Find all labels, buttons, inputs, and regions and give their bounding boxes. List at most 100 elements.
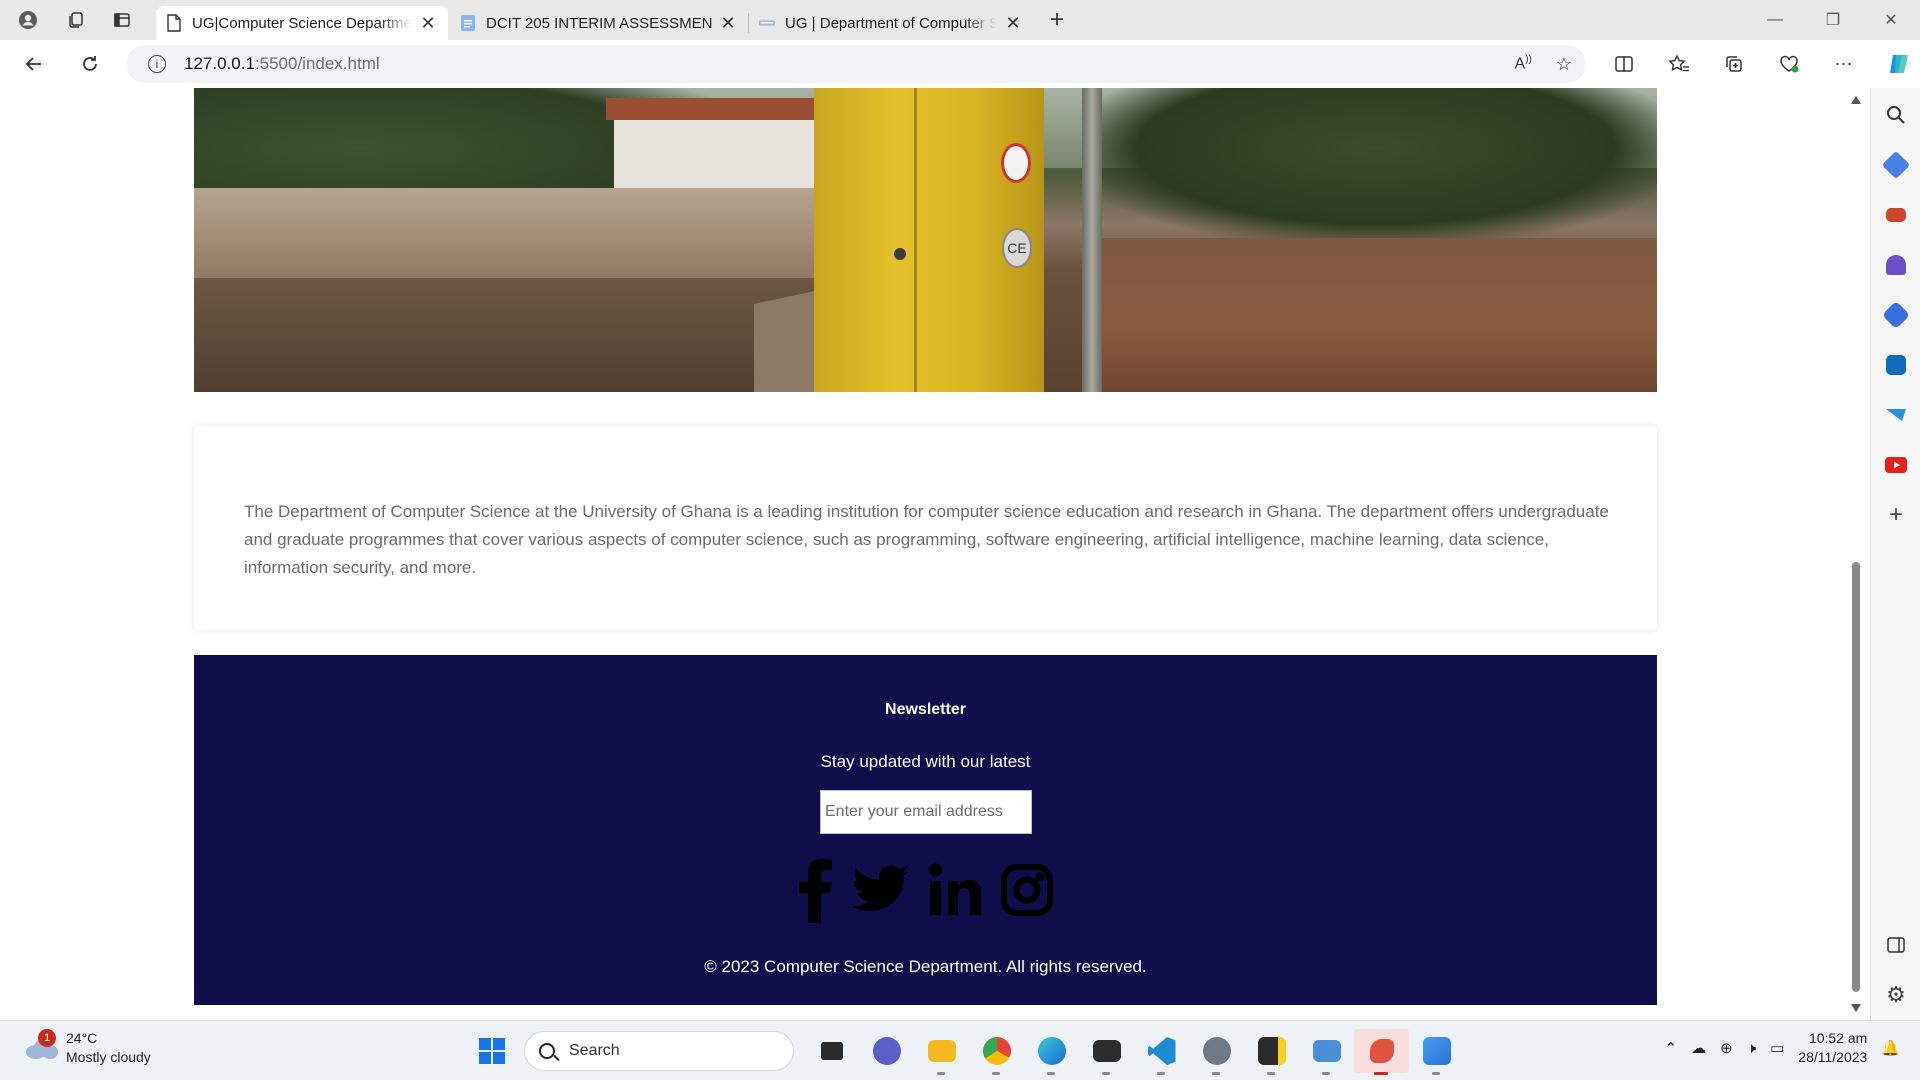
favorites-icon[interactable] bbox=[1651, 44, 1706, 84]
newsletter-subtitle: Stay updated with our latest bbox=[820, 752, 1031, 771]
clock-date: 28/11/2023 bbox=[1798, 1049, 1868, 1065]
sidebar-search-icon[interactable] bbox=[1871, 90, 1920, 140]
back-icon[interactable] bbox=[10, 44, 58, 84]
site-info-icon[interactable]: i bbox=[148, 55, 166, 73]
add-sidebar-app-icon[interactable]: + bbox=[1871, 490, 1920, 540]
tab-title: UG | Department of Computer Science bbox=[785, 14, 997, 32]
more-options-icon[interactable]: ⋯ bbox=[1816, 44, 1871, 84]
site-logo-icon bbox=[759, 14, 775, 32]
social-links bbox=[194, 855, 1657, 925]
weather-temp: 24°C bbox=[66, 1030, 98, 1046]
show-hidden-icons-icon[interactable]: ⌃ bbox=[1664, 1039, 1677, 1057]
search-icon bbox=[539, 1043, 555, 1059]
file-explorer-icon[interactable] bbox=[914, 1029, 969, 1075]
hero-image: CE bbox=[194, 88, 1657, 392]
profile-icon[interactable] bbox=[10, 2, 46, 38]
notifications-bell-icon[interactable]: 🔔 bbox=[1881, 1039, 1900, 1057]
instagram-icon[interactable] bbox=[1000, 855, 1054, 925]
page-viewport: CE The Department of Computer Science at… bbox=[0, 88, 1870, 1020]
sticky-notes-icon[interactable] bbox=[1244, 1029, 1299, 1075]
new-tab-button[interactable]: + bbox=[1039, 2, 1075, 38]
tab-strip: UG|Computer Science Department ✕ DCIT 20… bbox=[0, 0, 1920, 40]
control-panel-icon[interactable] bbox=[1299, 1029, 1354, 1075]
read-aloud-icon[interactable]: A)) bbox=[1515, 54, 1532, 73]
tools-briefcase-icon[interactable] bbox=[1871, 190, 1920, 240]
newsletter-title: Newsletter bbox=[885, 701, 966, 718]
window-controls: — ❐ ✕ bbox=[1746, 0, 1920, 40]
close-icon[interactable]: ✕ bbox=[718, 13, 738, 34]
tab-ug-department[interactable]: UG | Department of Computer Science ✕ bbox=[749, 6, 1033, 40]
close-window-icon[interactable]: ✕ bbox=[1862, 0, 1920, 40]
about-text: The Department of Computer Science at th… bbox=[244, 502, 1609, 577]
restore-icon[interactable]: ❐ bbox=[1804, 0, 1862, 40]
browser-toolbar: i 127.0.0.1:5500/index.html A)) ☆ ⋯ bbox=[0, 40, 1920, 88]
sidebar-settings-icon[interactable]: ⚙ bbox=[1871, 970, 1920, 1020]
favorite-star-icon[interactable]: ☆ bbox=[1556, 54, 1572, 75]
scroll-down-icon[interactable] bbox=[1851, 1004, 1861, 1012]
email-field[interactable] bbox=[820, 790, 1032, 834]
docs-icon bbox=[460, 14, 476, 32]
microsoft-365-icon[interactable] bbox=[1871, 290, 1920, 340]
close-icon[interactable]: ✕ bbox=[418, 13, 438, 34]
chrome-icon[interactable] bbox=[969, 1029, 1024, 1075]
taskbar-search[interactable]: Search bbox=[524, 1031, 794, 1071]
linkedin-icon[interactable] bbox=[928, 855, 982, 925]
refresh-icon[interactable] bbox=[66, 44, 114, 84]
task-view-icon[interactable] bbox=[804, 1029, 859, 1073]
volume-muted-icon[interactable]: 🕨 bbox=[1747, 1040, 1756, 1057]
about-card: The Department of Computer Science at th… bbox=[194, 426, 1657, 630]
teams-chat-icon[interactable] bbox=[859, 1029, 914, 1073]
vertical-tabs-icon[interactable] bbox=[104, 2, 140, 38]
taskbar: 1 24°C Mostly cloudy Search ⌃ ☁ ⊕ 🕨 ▭ 10… bbox=[0, 1020, 1920, 1080]
settings-icon[interactable] bbox=[1189, 1029, 1244, 1075]
copyright-text: © 2023 Computer Science Department. All … bbox=[704, 957, 1147, 976]
hide-sidebar-icon[interactable] bbox=[1871, 920, 1920, 970]
search-label: Search bbox=[569, 1042, 620, 1059]
url-host: 127.0.0.1 bbox=[184, 54, 255, 73]
edge-sidebar: + ⚙ bbox=[1870, 88, 1920, 1020]
copilot-icon[interactable] bbox=[1871, 44, 1920, 84]
language-globe-icon[interactable]: ⊕ bbox=[1720, 1039, 1733, 1057]
paint-icon[interactable] bbox=[1409, 1029, 1464, 1075]
no-pedestrian-sign-icon bbox=[1001, 143, 1031, 183]
tab-dcit-205[interactable]: DCIT 205 INTERIM ASSESSMENT ✕ bbox=[450, 6, 748, 40]
vscode-icon[interactable] bbox=[1134, 1029, 1189, 1075]
send-icon[interactable] bbox=[1871, 390, 1920, 440]
weather-desc: Mostly cloudy bbox=[66, 1049, 151, 1065]
close-icon[interactable]: ✕ bbox=[1003, 13, 1023, 34]
workspaces-icon[interactable] bbox=[58, 2, 94, 38]
games-icon[interactable] bbox=[1871, 240, 1920, 290]
edge-icon[interactable] bbox=[1024, 1029, 1079, 1075]
taskbar-apps: Search bbox=[470, 1029, 1464, 1075]
shopping-tag-icon[interactable] bbox=[1871, 140, 1920, 190]
footer: Newsletter Stay updated with our latest … bbox=[194, 655, 1657, 1005]
notification-badge: 1 bbox=[38, 1029, 56, 1047]
youtube-icon[interactable] bbox=[1871, 440, 1920, 490]
vertical-scrollbar[interactable] bbox=[1846, 88, 1866, 1020]
terminal-icon[interactable] bbox=[1079, 1029, 1134, 1075]
collections-icon[interactable] bbox=[1706, 44, 1761, 84]
ce-mark-icon: CE bbox=[1002, 228, 1032, 268]
page-icon bbox=[166, 14, 182, 32]
windows-start-icon[interactable] bbox=[470, 1029, 514, 1073]
scroll-up-icon[interactable] bbox=[1851, 96, 1861, 104]
system-tray: ⌃ ☁ ⊕ 🕨 ▭ 10:52 am 28/11/2023 🔔 bbox=[1664, 1029, 1900, 1067]
tab-title: DCIT 205 INTERIM ASSESSMENT bbox=[486, 14, 712, 32]
onedrive-icon[interactable]: ☁ bbox=[1691, 1039, 1706, 1057]
facebook-icon[interactable] bbox=[798, 855, 834, 925]
snipping-tool-icon[interactable] bbox=[1354, 1029, 1409, 1075]
weather-widget[interactable]: 1 24°C Mostly cloudy bbox=[22, 1029, 151, 1067]
battery-icon[interactable]: ▭ bbox=[1770, 1039, 1784, 1057]
scrollbar-thumb[interactable] bbox=[1852, 562, 1860, 992]
split-screen-icon[interactable] bbox=[1596, 44, 1651, 84]
minimize-icon[interactable]: — bbox=[1746, 0, 1804, 40]
outlook-icon[interactable] bbox=[1871, 340, 1920, 390]
browser-essentials-icon[interactable] bbox=[1761, 44, 1816, 84]
twitter-icon[interactable] bbox=[851, 855, 910, 925]
address-bar[interactable]: i 127.0.0.1:5500/index.html A)) ☆ bbox=[126, 45, 1586, 83]
tab-ug-computer-science[interactable]: UG|Computer Science Department ✕ bbox=[156, 6, 448, 40]
cloud-icon: 1 bbox=[22, 1029, 58, 1061]
clock-time: 10:52 am bbox=[1808, 1030, 1868, 1046]
tab-title: UG|Computer Science Department bbox=[192, 14, 412, 32]
clock[interactable]: 10:52 am 28/11/2023 bbox=[1798, 1029, 1867, 1067]
